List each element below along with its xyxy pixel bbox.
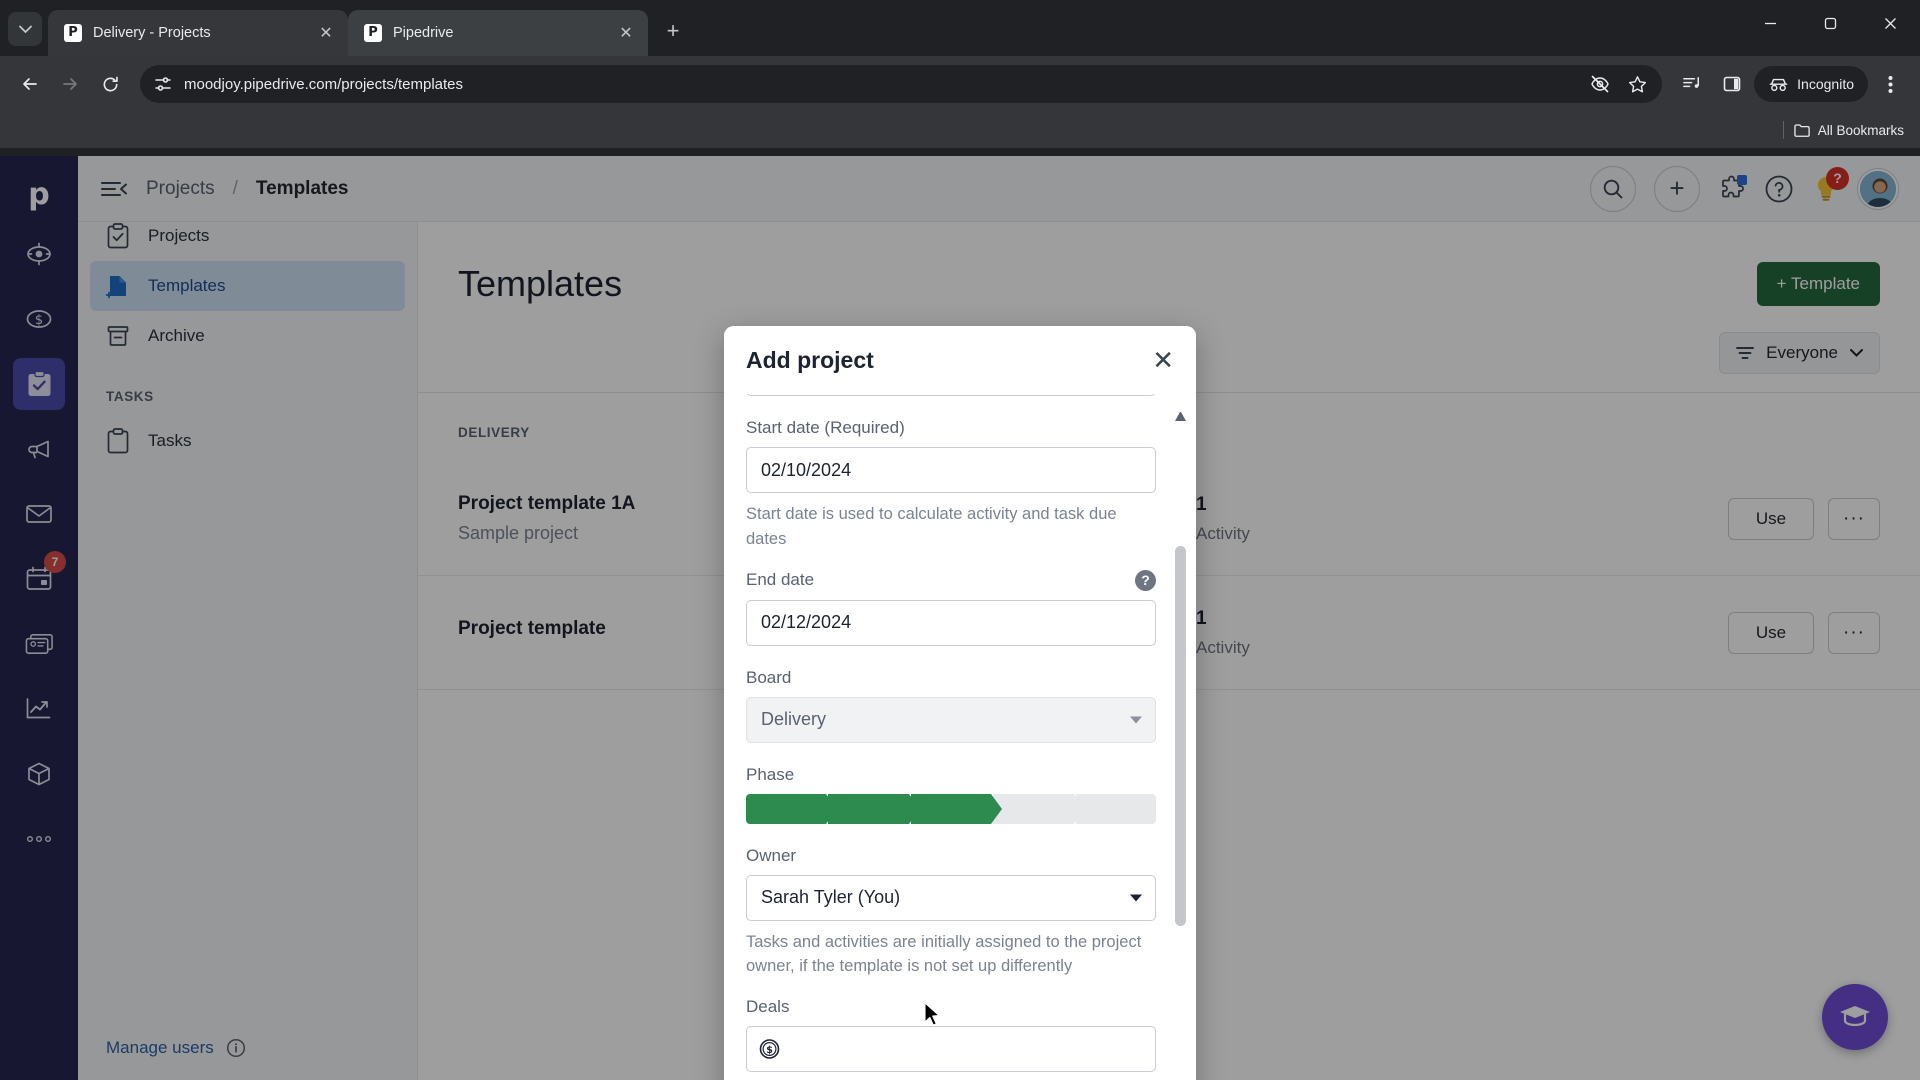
browser-tab-2[interactable]: P Pipedrive ✕	[348, 10, 648, 56]
board-select[interactable]	[746, 696, 1156, 743]
deals-input-wrap[interactable]: $	[746, 1026, 1156, 1072]
board-field: Board	[746, 668, 1156, 743]
incognito-indicator[interactable]: Incognito	[1754, 66, 1868, 102]
maximize-button[interactable]	[1800, 0, 1860, 46]
forward-button[interactable]	[52, 66, 88, 102]
site-settings-icon[interactable]	[154, 75, 172, 93]
deals-field: Deals $	[746, 997, 1156, 1072]
owner-label: Owner	[746, 845, 797, 865]
deals-label: Deals	[746, 997, 790, 1016]
deals-input[interactable]	[746, 1026, 1156, 1072]
tab-strip: P Delivery - Projects ✕ P Pipedrive ✕ +	[0, 0, 1920, 56]
folder-icon	[1794, 123, 1810, 137]
board-label: Board	[746, 667, 792, 687]
all-bookmarks-label: All Bookmarks	[1817, 122, 1904, 138]
tab-title: Pipedrive	[393, 25, 454, 41]
url-text: moodjoy.pipedrive.com/projects/templates	[184, 75, 464, 93]
all-bookmarks-button[interactable]: All Bookmarks	[1794, 123, 1904, 138]
scrollbar-thumb[interactable]	[1175, 546, 1186, 926]
phase-progress-bar[interactable]	[746, 793, 1157, 824]
chrome-menu-button[interactable]	[1872, 66, 1908, 102]
chevron-down-icon	[18, 25, 32, 33]
window-controls	[1740, 0, 1920, 46]
start-date-field: Start date (Required) Start date is used…	[746, 418, 1156, 552]
new-tab-button[interactable]: +	[656, 14, 690, 48]
start-date-help: Start date is used to calculate activity…	[746, 505, 1117, 548]
phase-segment-5[interactable]	[1075, 793, 1157, 824]
forward-arrow-icon	[63, 78, 77, 90]
clipped-project-name-field[interactable]	[746, 394, 1156, 396]
phase-segment-3[interactable]	[910, 793, 1003, 824]
tab-search-button[interactable]	[8, 12, 42, 46]
owner-help: Tasks and activities are initially assig…	[746, 932, 1142, 976]
side-panel-icon	[1723, 76, 1741, 92]
end-date-field: End date ?	[746, 569, 1156, 646]
minimize-icon	[1764, 22, 1776, 24]
modal-scrollbar[interactable]	[1175, 412, 1186, 1080]
maximize-icon	[1824, 17, 1836, 29]
browser-toolbar: moodjoy.pipedrive.com/projects/templates…	[0, 56, 1920, 112]
bookmarks-bar: All Bookmarks	[0, 112, 1920, 148]
side-panel-button[interactable]	[1714, 66, 1750, 102]
modal-form: Start date (Required) Start date is used…	[746, 394, 1157, 1080]
tracking-protection-icon[interactable]	[1589, 73, 1611, 95]
reading-list-button[interactable]	[1674, 66, 1710, 102]
browser-tab-1[interactable]: P Delivery - Projects ✕	[48, 10, 348, 56]
phase-segment-4[interactable]	[993, 793, 1086, 824]
board-input[interactable]	[746, 696, 1156, 743]
tab-title: Delivery - Projects	[93, 25, 211, 41]
start-date-label: Start date (Required)	[746, 418, 905, 437]
reload-button[interactable]	[92, 66, 128, 102]
phase-field: Phase	[746, 764, 1157, 824]
phase-segment-2[interactable]	[828, 793, 921, 824]
address-bar[interactable]: moodjoy.pipedrive.com/projects/templates	[140, 65, 1663, 103]
back-button[interactable]	[12, 66, 48, 102]
project-name-input[interactable]	[746, 394, 1156, 396]
phase-segment-1[interactable]	[746, 793, 838, 824]
browser-window: P Delivery - Projects ✕ P Pipedrive ✕ +	[0, 0, 1920, 1080]
minimize-button[interactable]	[1740, 0, 1800, 46]
owner-input[interactable]	[746, 874, 1156, 921]
page-viewport: p $ 7 Projects Templates Archive TASKS T…	[0, 156, 1920, 1080]
tab-close-icon[interactable]: ✕	[314, 21, 338, 45]
modal-header: Add project ✕	[724, 326, 1196, 394]
close-icon	[1884, 17, 1896, 29]
owner-select[interactable]	[746, 874, 1156, 921]
divider	[1782, 121, 1784, 139]
tab-favicon: P	[64, 24, 82, 42]
end-date-label-row: End date ?	[746, 569, 1156, 591]
end-date-info-icon[interactable]: ?	[1135, 569, 1156, 591]
end-date-input[interactable]	[746, 599, 1156, 646]
modal-body: Start date (Required) Start date is used…	[724, 394, 1196, 1080]
kebab-menu-icon	[1888, 75, 1892, 93]
bookmark-star-icon[interactable]	[1627, 74, 1648, 95]
tab-close-icon[interactable]: ✕	[614, 21, 638, 45]
incognito-label: Incognito	[1797, 76, 1854, 92]
end-date-label: End date	[746, 570, 815, 589]
reload-icon	[103, 76, 118, 91]
window-close-button[interactable]	[1860, 0, 1920, 46]
back-arrow-icon	[23, 78, 37, 90]
scroll-up-arrow[interactable]	[1175, 412, 1186, 421]
phase-label: Phase	[746, 764, 795, 784]
owner-field: Owner Tasks and activities are initially…	[746, 846, 1156, 980]
close-icon[interactable]: ✕	[1152, 347, 1174, 373]
modal-title: Add project	[746, 346, 874, 373]
reading-list-icon	[1682, 76, 1699, 88]
add-project-modal: Add project ✕ Start date (Required) Star…	[724, 326, 1196, 1080]
tab-favicon: P	[364, 24, 382, 42]
incognito-icon	[1769, 78, 1788, 91]
start-date-input[interactable]	[746, 447, 1156, 493]
